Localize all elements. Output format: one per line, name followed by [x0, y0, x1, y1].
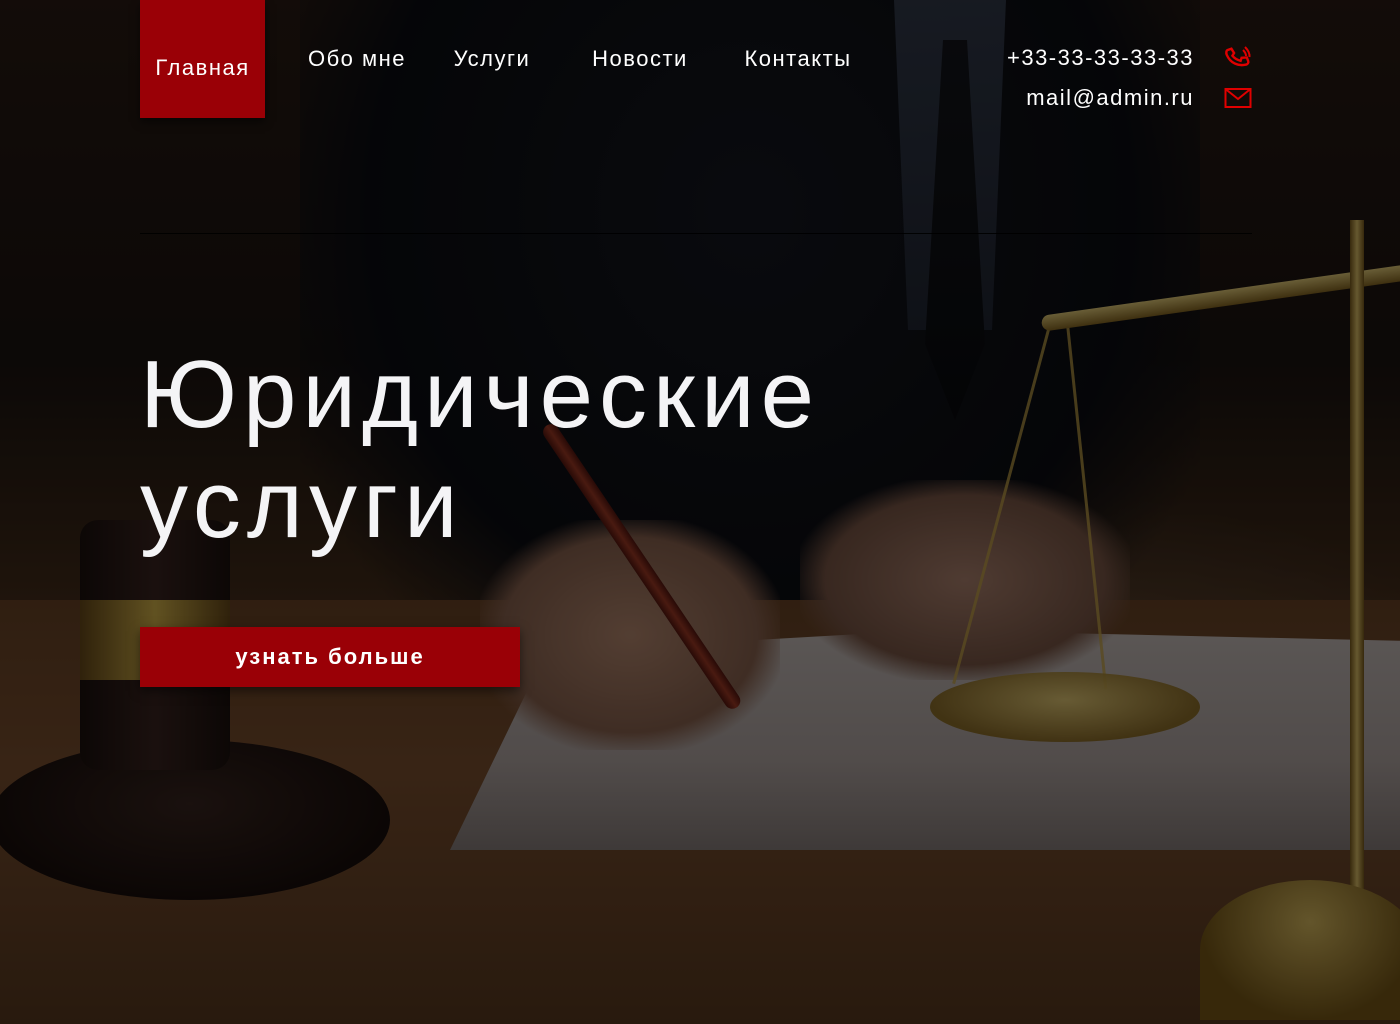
nav-item-contacts[interactable]: Контакты	[729, 0, 867, 118]
main-nav: Главная Обо мне Услуги Новости Контакты	[140, 0, 867, 118]
mail-icon[interactable]	[1224, 84, 1252, 112]
contact-phone-row: +33-33-33-33-33	[1002, 40, 1252, 76]
header-divider	[140, 233, 1252, 234]
email-address[interactable]: mail@admin.ru	[1002, 85, 1224, 111]
contact-email-row: mail@admin.ru	[1002, 80, 1252, 116]
header-contacts: +33-33-33-33-33 mail@admin.ru	[1002, 40, 1252, 120]
nav-item-about[interactable]: Обо мне	[291, 0, 423, 118]
hero-headline-line2: услуги	[140, 451, 464, 558]
phone-icon[interactable]	[1224, 44, 1252, 72]
hero-headline-line1: Юридические	[140, 341, 821, 448]
nav-item-services[interactable]: Услуги	[437, 0, 547, 118]
learn-more-button[interactable]: узнать больше	[140, 627, 520, 687]
hero-section: Главная Обо мне Услуги Новости Контакты …	[0, 0, 1400, 1024]
hero-headline: Юридические услуги	[140, 340, 1040, 560]
nav-item-home[interactable]: Главная	[140, 0, 265, 118]
nav-item-news[interactable]: Новости	[575, 0, 705, 118]
phone-number[interactable]: +33-33-33-33-33	[1002, 45, 1224, 71]
